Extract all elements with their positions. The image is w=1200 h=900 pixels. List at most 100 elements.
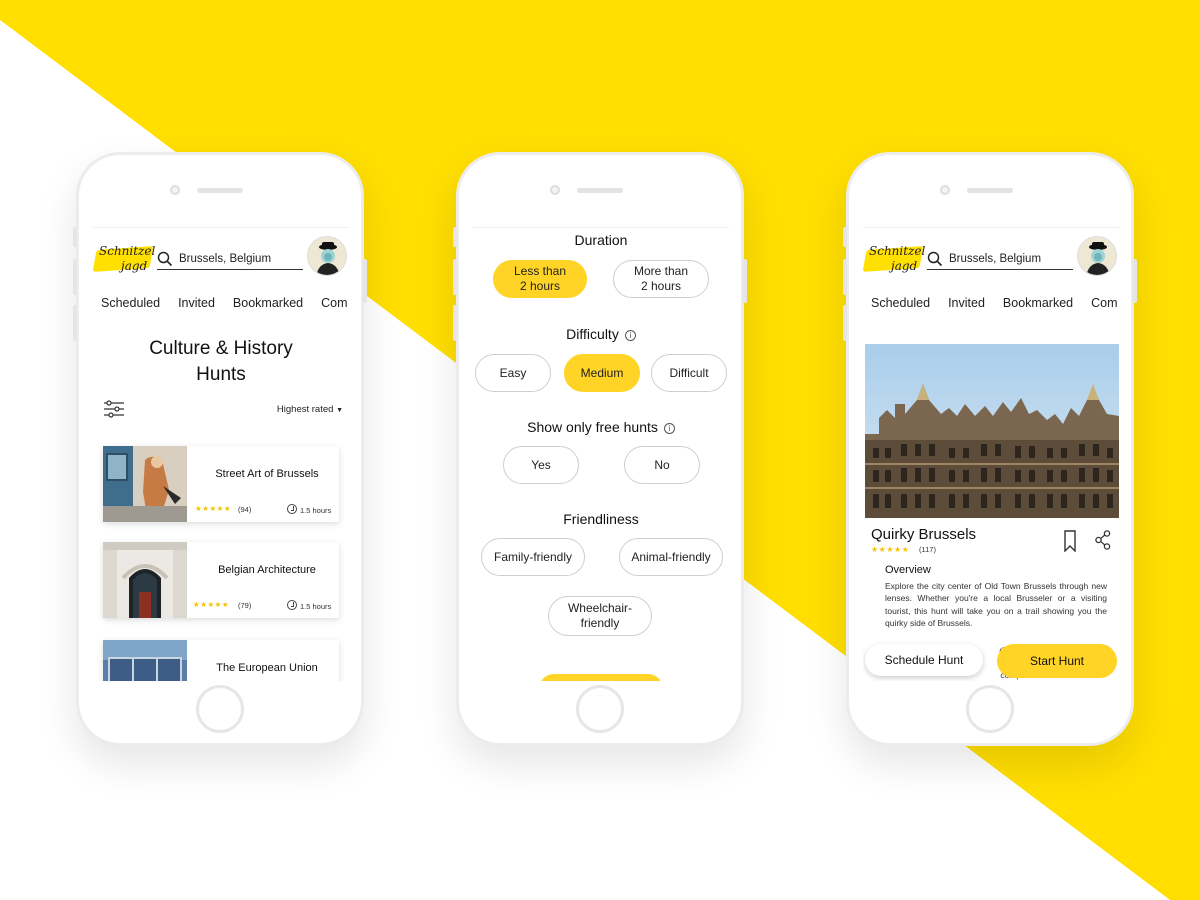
rating-count: (117)	[919, 545, 936, 554]
search-input[interactable]: Brussels, Belgium	[949, 253, 1041, 265]
free-no-option[interactable]: No	[624, 446, 700, 484]
option-line: Wheelchair-	[567, 601, 633, 615]
screen-filters: Duration Less than 2 hours More than 2 hou…	[473, 227, 729, 681]
logo-text-top: Schnitzel	[99, 244, 156, 258]
option-label: Difficult	[669, 365, 709, 380]
phone-left: Schnitzel jagd Brussels, Belgium Schedul	[73, 152, 367, 746]
bookmark-icon[interactable]	[1063, 530, 1077, 552]
duration-label: Duration	[574, 232, 628, 248]
schedule-hunt-label: Schedule Hunt	[884, 653, 964, 667]
family-friendly-option[interactable]: Family-friendly	[481, 538, 585, 576]
rating-stars: ★★★★★	[193, 600, 230, 609]
option-line: 2 hours	[640, 279, 682, 293]
logo-text-bottom: jagd	[891, 259, 918, 273]
difficulty-label-text: Difficulty	[566, 326, 619, 342]
info-icon[interactable]: i	[663, 423, 675, 434]
hunt-card[interactable]: Street Art of Brussels ★★★★★ (94) 1.5 ho…	[103, 446, 339, 522]
hunt-title: Quirky Brussels	[871, 526, 977, 543]
user-avatar-icon	[1078, 237, 1116, 275]
location-search[interactable]: Brussels, Belgium	[927, 250, 1073, 270]
search-input[interactable]: Brussels, Belgium	[179, 253, 271, 265]
clock-icon	[287, 504, 297, 514]
info-icon[interactable]: i	[624, 330, 636, 341]
option-label: Easy	[499, 365, 527, 380]
duration-less-than-2h-option[interactable]: Less than 2 hours	[493, 260, 587, 298]
hunt-title: Belgian Architecture	[218, 564, 316, 576]
rating-count: (94)	[238, 505, 252, 514]
page-title-line2: Hunts	[196, 364, 246, 385]
start-hunt-button[interactable]: Start Hunt	[997, 644, 1117, 678]
animal-friendly-option[interactable]: Animal-friendly	[619, 538, 723, 576]
tab-bookmarked[interactable]: Bookmarked	[1003, 296, 1073, 310]
page-title-line1: Culture & History	[149, 338, 293, 359]
option-label: Medium	[580, 365, 624, 380]
difficulty-easy-option[interactable]: Easy	[475, 354, 551, 392]
tab-bar: Scheduled Invited Bookmarked Com	[871, 294, 1119, 312]
schnitzeljagd-logo[interactable]: Schnitzel jagd	[93, 242, 156, 276]
rating-stars: ★★★★★	[195, 504, 232, 513]
free-hunts-label: Show only free hunts i	[473, 419, 729, 435]
location-search[interactable]: Brussels, Belgium	[157, 250, 303, 270]
hunt-title: The European Union	[216, 662, 318, 674]
tab-scheduled[interactable]: Scheduled	[101, 296, 160, 310]
hunt-title: Street Art of Brussels	[215, 468, 319, 480]
tab-invited[interactable]: Invited	[178, 296, 215, 310]
option-line: friendly	[580, 616, 620, 630]
app-header: Schnitzel jagd Brussels, Belgium	[863, 236, 1119, 280]
schnitzeljagd-logo[interactable]: Schnitzel jagd	[863, 242, 926, 276]
hunt-card[interactable]: The European Union	[103, 640, 339, 681]
duration-more-than-2h-option[interactable]: More than 2 hours	[613, 260, 709, 298]
tab-completed[interactable]: Com	[1091, 296, 1117, 310]
app-header: Schnitzel jagd Brussels, Belgium	[93, 236, 349, 280]
duration: 1.5 hours	[300, 602, 332, 611]
hunt-hero-image	[865, 344, 1119, 518]
start-hunt-label: Start Hunt	[1029, 654, 1085, 668]
difficulty-label: Difficulty i	[473, 326, 729, 342]
home-button[interactable]	[576, 685, 624, 733]
phone-right: Schnitzel jagd Brussels, Belgium Schedul	[843, 152, 1137, 746]
hunt-card[interactable]: Belgian Architecture ★★★★★ (79) 1.5 hour…	[103, 542, 339, 618]
tab-scheduled[interactable]: Scheduled	[871, 296, 930, 310]
screen-hunt-detail: Schnitzel jagd Brussels, Belgium Schedul	[863, 227, 1119, 681]
option-line: 2 hours	[519, 279, 560, 293]
hunt-image-architecture	[103, 542, 187, 618]
screen-hunt-list: Schnitzel jagd Brussels, Belgium Schedul	[93, 227, 349, 681]
share-icon[interactable]	[1095, 530, 1111, 550]
option-label: Animal-friendly	[631, 549, 711, 564]
overview-text: Explore the city center of Old Town Brus…	[885, 581, 1107, 628]
duration: 1.5 hours	[300, 506, 332, 515]
phone-middle: Duration Less than 2 hours More than 2 hou…	[453, 152, 747, 746]
page-title: Culture & History Hunts	[93, 336, 349, 388]
hunt-image-european-union	[103, 640, 187, 681]
logo-text-bottom: jagd	[121, 259, 148, 273]
tab-bar: Scheduled Invited Bookmarked Com	[101, 294, 349, 312]
caret-down-icon: ▼	[336, 407, 343, 414]
overview-heading: Overview	[885, 564, 931, 576]
tab-bookmarked[interactable]: Bookmarked	[233, 296, 303, 310]
option-label: Family-friendly	[493, 549, 572, 564]
search-icon	[157, 251, 173, 267]
home-button[interactable]	[196, 685, 244, 733]
hunt-image-street-art	[103, 446, 187, 522]
sort-dropdown[interactable]: Highest rated ▼	[277, 404, 343, 415]
option-label: Yes	[531, 457, 551, 472]
avatar[interactable]	[1077, 236, 1117, 276]
schedule-hunt-button[interactable]: Schedule Hunt	[865, 644, 983, 676]
wheelchair-friendly-option[interactable]: Wheelchair-friendly	[548, 596, 652, 636]
user-avatar-icon	[308, 237, 346, 275]
clock-icon	[287, 600, 297, 610]
rating-stars: ★★★★★	[871, 545, 910, 554]
difficulty-difficult-option[interactable]: Difficult	[651, 354, 727, 392]
option-line: Less than	[513, 264, 567, 278]
rating-count: (79)	[238, 601, 252, 610]
avatar[interactable]	[307, 236, 347, 276]
apply-filters-button[interactable]	[539, 674, 663, 681]
tab-completed[interactable]: Com	[321, 296, 347, 310]
sort-label: Highest rated	[276, 404, 334, 415]
difficulty-medium-option[interactable]: Medium	[564, 354, 640, 392]
tab-invited[interactable]: Invited	[948, 296, 985, 310]
filter-sliders-icon[interactable]	[103, 400, 125, 418]
home-button[interactable]	[966, 685, 1014, 733]
logo-text-top: Schnitzel	[869, 244, 926, 258]
free-yes-option[interactable]: Yes	[503, 446, 579, 484]
